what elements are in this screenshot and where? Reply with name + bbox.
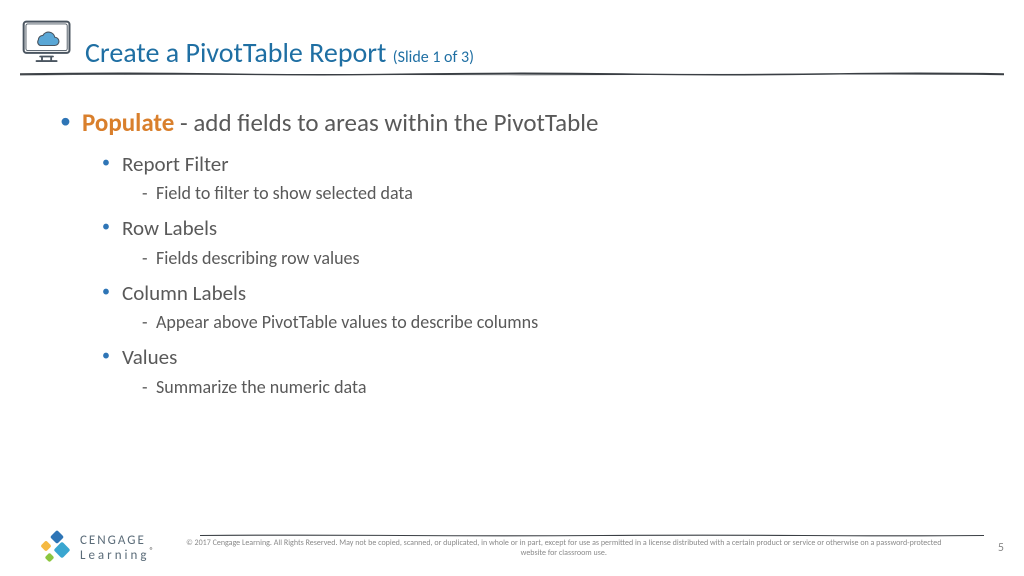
bullet-lvl2: Values Summarize the numeric data [102, 343, 994, 400]
bullet-lvl2: Report Filter Field to filter to show se… [102, 150, 994, 207]
bullet-lvl2: Row Labels Fields describing row values [102, 214, 994, 271]
bullet-main: Populate - add fields to areas within th… [60, 106, 994, 400]
footer-divider [200, 523, 984, 526]
bullet-list-lvl2: Report Filter Field to filter to show se… [82, 150, 994, 400]
header-divider [20, 72, 1004, 76]
header: Create a PivotTable Report (Slide 1 of 3… [0, 0, 1024, 70]
monitor-cloud-icon [20, 18, 75, 66]
lvl2-label: Row Labels [122, 215, 217, 241]
footer: CENGAGE Learning® © 2017 Cengage Learnin… [0, 523, 1024, 564]
footer-row: CENGAGE Learning® © 2017 Cengage Learnin… [0, 532, 1024, 564]
copyright-text: © 2017 Cengage Learning. All Rights Rese… [154, 538, 974, 559]
lvl3-desc: Field to filter to show selected data [142, 181, 994, 206]
bullet-lvl2: Column Labels Appear above PivotTable va… [102, 279, 994, 336]
bullet-list-lvl1: Populate - add fields to areas within th… [60, 106, 994, 400]
logo-mark-icon [40, 532, 72, 564]
logo-line1: CENGAGE [80, 534, 154, 547]
cengage-logo: CENGAGE Learning® [40, 532, 154, 564]
content-area: Populate - add fields to areas within th… [0, 76, 1024, 400]
bullet-strong: Populate [82, 107, 174, 138]
logo-line2: Learning [80, 548, 149, 563]
slide-title: Create a PivotTable Report (Slide 1 of 3… [85, 36, 474, 70]
slide: Create a PivotTable Report (Slide 1 of 3… [0, 0, 1024, 576]
bullet-lead: - add fields to areas within the PivotTa… [174, 107, 598, 138]
lvl2-label: Values [122, 344, 177, 370]
title-main: Create a PivotTable Report [85, 35, 393, 70]
lvl3-desc: Fields describing row values [142, 246, 994, 271]
logo-text: CENGAGE Learning® [80, 534, 154, 563]
lvl3-desc: Appear above PivotTable values to descri… [142, 310, 994, 335]
lvl2-label: Report Filter [122, 151, 229, 177]
page-number: 5 [974, 541, 1004, 555]
title-sub: (Slide 1 of 3) [393, 48, 474, 67]
lvl3-desc: Summarize the numeric data [142, 375, 994, 400]
lvl2-label: Column Labels [122, 280, 246, 306]
